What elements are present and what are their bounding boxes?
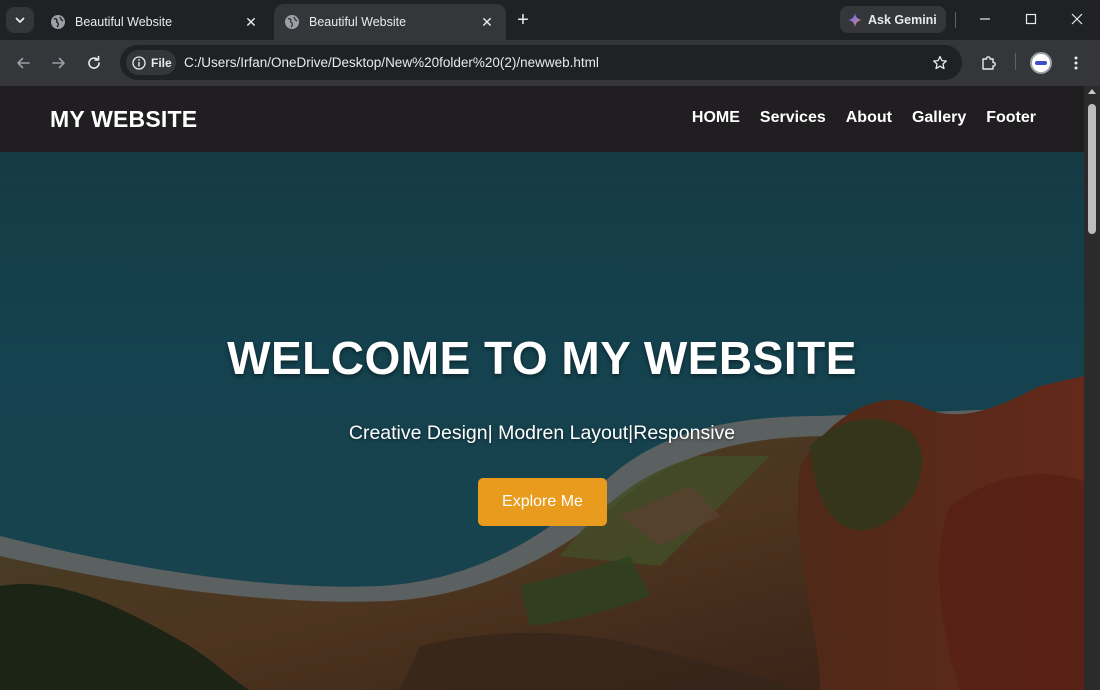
address-bar[interactable]: File C:/Users/Irfan/OneDrive/Desktop/New…: [120, 45, 962, 80]
explore-button[interactable]: Explore Me: [478, 478, 607, 526]
hero-subtitle: Creative Design| Modren Layout|Responsiv…: [348, 422, 736, 444]
page-scrollbar[interactable]: [1084, 86, 1100, 690]
tab-search-button[interactable]: [6, 7, 34, 33]
ask-gemini-label: Ask Gemini: [868, 12, 937, 27]
divider: [955, 12, 956, 28]
globe-icon: [51, 15, 65, 29]
nav-link-footer[interactable]: Footer: [986, 109, 1036, 127]
arrow-right-icon: [52, 57, 65, 69]
nav-link-services[interactable]: Services: [760, 109, 826, 127]
nav-link-home[interactable]: HOME: [692, 109, 740, 127]
scrollbar-thumb[interactable]: [1088, 104, 1096, 234]
url-text[interactable]: C:/Users/Irfan/OneDrive/Desktop/New%20fo…: [184, 55, 599, 70]
arrow-left-icon: [17, 57, 30, 69]
info-icon: [132, 55, 146, 70]
bookmark-button[interactable]: [930, 53, 950, 73]
close-icon: [1071, 13, 1083, 25]
nav-link-about[interactable]: About: [846, 109, 892, 127]
star-icon: [933, 55, 947, 70]
browser-menu-button[interactable]: [1063, 50, 1089, 76]
ask-gemini-button[interactable]: Ask Gemini: [840, 6, 946, 33]
minimize-icon: [980, 18, 990, 20]
gemini-sparkle-icon: [848, 12, 862, 27]
tab-strip: Beautiful Website ✕ Beautiful Website ✕ …: [0, 0, 1100, 40]
close-icon[interactable]: ✕: [478, 13, 496, 31]
window-close-button[interactable]: [1054, 0, 1100, 38]
maximize-icon: [1025, 13, 1037, 25]
new-tab-button[interactable]: +: [512, 9, 534, 31]
minimize-button[interactable]: [962, 0, 1008, 38]
browser-tab[interactable]: Beautiful Website ✕: [40, 4, 270, 40]
avatar: [1030, 52, 1052, 74]
chevron-down-icon: [15, 17, 25, 23]
globe-icon: [285, 15, 299, 29]
scroll-up-arrow-icon[interactable]: [1088, 89, 1096, 94]
puzzle-icon: [982, 56, 996, 70]
site-info-chip[interactable]: File: [126, 50, 176, 75]
reload-button[interactable]: [81, 50, 107, 76]
site-navbar: MY WEBSITE HOME Services About Gallery F…: [0, 86, 1084, 152]
browser-tab-active[interactable]: Beautiful Website ✕: [274, 4, 506, 40]
extensions-button[interactable]: [976, 50, 1002, 76]
browser-toolbar: File C:/Users/Irfan/OneDrive/Desktop/New…: [0, 40, 1100, 86]
tab-title: Beautiful Website: [309, 15, 407, 29]
hero-section: MY WEBSITE HOME Services About Gallery F…: [0, 86, 1084, 690]
more-vertical-icon: [1074, 56, 1078, 70]
close-icon[interactable]: ✕: [242, 13, 260, 31]
back-button[interactable]: [10, 50, 36, 76]
page-viewport: MY WEBSITE HOME Services About Gallery F…: [0, 86, 1084, 690]
site-logo[interactable]: MY WEBSITE: [50, 106, 197, 133]
nav-link-gallery[interactable]: Gallery: [912, 109, 966, 127]
hero-overlay: [0, 86, 1084, 690]
hero-title: WELCOME TO MY WEBSITE: [227, 332, 857, 384]
forward-button[interactable]: [46, 50, 72, 76]
profile-button[interactable]: [1028, 50, 1054, 76]
tab-title: Beautiful Website: [75, 15, 173, 29]
reload-icon: [88, 55, 100, 69]
maximize-button[interactable]: [1008, 0, 1054, 38]
site-menu: HOME Services About Gallery Footer: [692, 109, 1036, 127]
site-chip-label: File: [151, 55, 172, 70]
divider: [1015, 53, 1016, 70]
